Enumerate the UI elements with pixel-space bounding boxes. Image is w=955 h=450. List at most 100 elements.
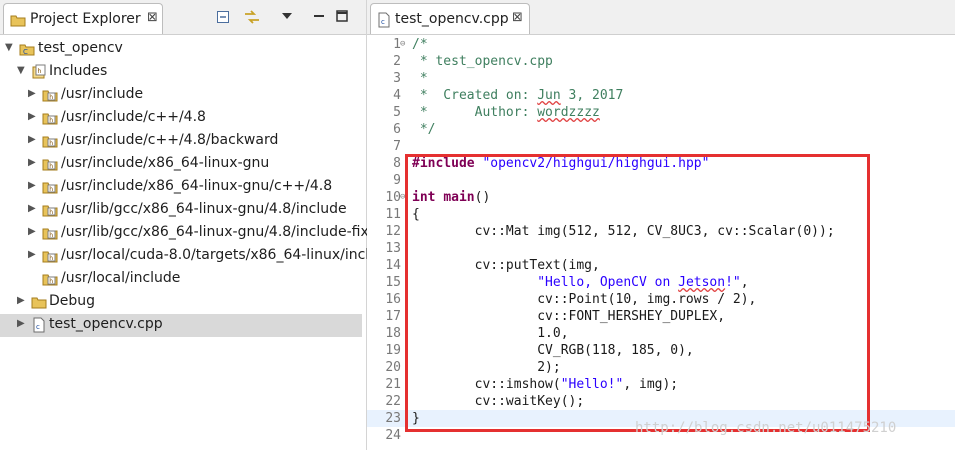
include-path-icon: h bbox=[42, 271, 58, 287]
highlight-box bbox=[405, 154, 870, 432]
expand-toggle[interactable]: ▶ bbox=[28, 226, 38, 238]
tree-item-label: Debug bbox=[49, 293, 96, 309]
line-number: 15 bbox=[385, 275, 401, 290]
line-number: 5 bbox=[393, 105, 401, 120]
tree-item-include-path[interactable]: h /usr/local/include bbox=[0, 268, 362, 291]
includes-folder-icon: h bbox=[31, 64, 47, 80]
view-menu-icon[interactable] bbox=[281, 10, 293, 25]
expand-toggle[interactable]: ▼ bbox=[17, 65, 27, 77]
tree-item-label: /usr/include/x86_64-linux-gnu/c++/4.8 bbox=[61, 178, 333, 194]
include-path-icon: h bbox=[42, 110, 58, 126]
line-number: 8 bbox=[393, 156, 401, 171]
watermark: http://blog.csdn.net/u011475210 bbox=[635, 420, 897, 436]
tree-item-project[interactable]: ▼ C test_opencv bbox=[0, 38, 362, 61]
code-token: */ bbox=[412, 122, 436, 137]
code-token: * Author: bbox=[412, 105, 538, 120]
svg-text:h: h bbox=[49, 232, 53, 239]
fold-toggle-icon[interactable]: ⊖ bbox=[400, 36, 405, 53]
tree-item-label: Includes bbox=[49, 63, 108, 79]
expand-toggle[interactable]: ▼ bbox=[5, 42, 15, 54]
include-path-icon: h bbox=[42, 179, 58, 195]
line-number: 23 bbox=[385, 411, 401, 426]
code-line[interactable]: 5 * Author: wordzzzz bbox=[367, 104, 955, 121]
tree-item-include-path[interactable]: ▶ h /usr/include/c++/4.8 bbox=[0, 107, 362, 130]
line-number: 19 bbox=[385, 343, 401, 358]
code-text: /* bbox=[412, 36, 428, 53]
cpp-file-icon: c bbox=[31, 317, 47, 333]
tree-item-source-file[interactable]: ▶ c test_opencv.cpp bbox=[0, 314, 362, 337]
tree-item-debug[interactable]: ▶ Debug bbox=[0, 291, 362, 314]
code-text: * Author: wordzzzz bbox=[412, 104, 600, 121]
close-icon[interactable]: ⊠ bbox=[147, 10, 158, 25]
expand-toggle[interactable]: ▶ bbox=[28, 203, 38, 215]
code-line[interactable]: 1 ⊖ /* bbox=[367, 36, 955, 53]
code-token: * bbox=[412, 71, 428, 86]
line-number: 22 bbox=[385, 394, 401, 409]
tree-item-include-path[interactable]: ▶ h /usr/include/x86_64-linux-gnu/c++/4.… bbox=[0, 176, 362, 199]
line-number: 1 bbox=[393, 37, 401, 52]
expand-toggle[interactable]: ▶ bbox=[28, 134, 38, 146]
svg-text:h: h bbox=[49, 117, 53, 124]
expand-toggle bbox=[28, 272, 38, 284]
include-path-icon: h bbox=[42, 248, 58, 264]
code-line[interactable]: 6 */ bbox=[367, 121, 955, 138]
expand-toggle[interactable]: ▶ bbox=[17, 318, 27, 330]
expand-toggle[interactable]: ▶ bbox=[28, 111, 38, 123]
code-line[interactable]: 3 * bbox=[367, 70, 955, 87]
line-number: 13 bbox=[385, 241, 401, 256]
line-number: 17 bbox=[385, 309, 401, 324]
line-number: 20 bbox=[385, 360, 401, 375]
tree-item-include-path[interactable]: ▶ h /usr/include bbox=[0, 84, 362, 107]
code-token: Jun bbox=[537, 88, 561, 103]
code-text: * bbox=[412, 70, 428, 87]
expand-toggle[interactable]: ▶ bbox=[28, 249, 38, 261]
code-line[interactable]: 2 * test_opencv.cpp bbox=[367, 53, 955, 70]
maximize-icon[interactable] bbox=[336, 10, 348, 26]
tree-item-label: /usr/lib/gcc/x86_64-linux-gnu/4.8/includ… bbox=[61, 224, 377, 240]
code-token: 3, 2017 bbox=[560, 88, 624, 103]
tree-item-label: /usr/lib/gcc/x86_64-linux-gnu/4.8/includ… bbox=[61, 201, 347, 217]
minimize-icon[interactable] bbox=[313, 10, 325, 26]
link-with-editor-icon[interactable] bbox=[243, 10, 261, 28]
project-explorer-icon bbox=[10, 13, 26, 31]
svg-text:C: C bbox=[23, 48, 28, 56]
expand-toggle[interactable]: ▶ bbox=[28, 88, 38, 100]
line-number: 6 bbox=[393, 122, 401, 137]
tree-item-label: /usr/include bbox=[61, 86, 144, 102]
include-path-icon: h bbox=[42, 133, 58, 149]
tab-project-explorer[interactable]: Project Explorer ⊠ bbox=[3, 3, 163, 34]
tree-item-include-path[interactable]: ▶ h /usr/lib/gcc/x86_64-linux-gnu/4.8/in… bbox=[0, 199, 362, 222]
line-number: 7 bbox=[393, 139, 401, 154]
svg-text:h: h bbox=[49, 255, 53, 262]
line-number: 18 bbox=[385, 326, 401, 341]
code-line[interactable]: 7 bbox=[367, 138, 955, 155]
line-number: 24 bbox=[385, 428, 401, 443]
tree-item-label: test_opencv.cpp bbox=[49, 316, 163, 332]
collapse-all-icon[interactable] bbox=[216, 10, 230, 28]
code-editor[interactable]: c test_opencv.cpp ⊠ 1 ⊖ /* 2 * test_opencv.… bbox=[367, 0, 955, 450]
include-path-icon: h bbox=[42, 156, 58, 172]
editor-tab-bar: c test_opencv.cpp ⊠ bbox=[367, 0, 955, 35]
line-number: 14 bbox=[385, 258, 401, 273]
project-icon: C bbox=[19, 41, 35, 57]
tab-label: Project Explorer bbox=[30, 11, 141, 27]
tree-item-label: test_opencv bbox=[38, 40, 123, 56]
expand-toggle[interactable]: ▶ bbox=[28, 157, 38, 169]
expand-toggle[interactable]: ▶ bbox=[17, 295, 27, 307]
close-icon[interactable]: ⊠ bbox=[512, 10, 523, 25]
expand-toggle[interactable]: ▶ bbox=[28, 180, 38, 192]
code-line[interactable]: 4 * Created on: Jun 3, 2017 bbox=[367, 87, 955, 104]
tab-label: test_opencv.cpp bbox=[395, 11, 509, 27]
code-text: * test_opencv.cpp bbox=[412, 53, 553, 70]
tab-test-opencv-cpp[interactable]: c test_opencv.cpp ⊠ bbox=[370, 3, 530, 34]
svg-text:h: h bbox=[49, 163, 53, 170]
tree-item-include-path[interactable]: ▶ h /usr/include/c++/4.8/backward bbox=[0, 130, 362, 153]
line-number: 3 bbox=[393, 71, 401, 86]
folder-icon bbox=[31, 294, 47, 310]
line-number: 11 bbox=[385, 207, 401, 222]
code-text: * Created on: Jun 3, 2017 bbox=[412, 87, 624, 104]
tree-item-include-path[interactable]: ▶ h /usr/include/x86_64-linux-gnu bbox=[0, 153, 362, 176]
tree-item-include-path[interactable]: ▶ h /usr/lib/gcc/x86_64-linux-gnu/4.8/in… bbox=[0, 222, 377, 245]
tree-item-include-path[interactable]: ▶ h /usr/local/cuda-8.0/targets/x86_64-l… bbox=[0, 245, 378, 268]
tree-item-includes[interactable]: ▼ h Includes bbox=[0, 61, 362, 84]
